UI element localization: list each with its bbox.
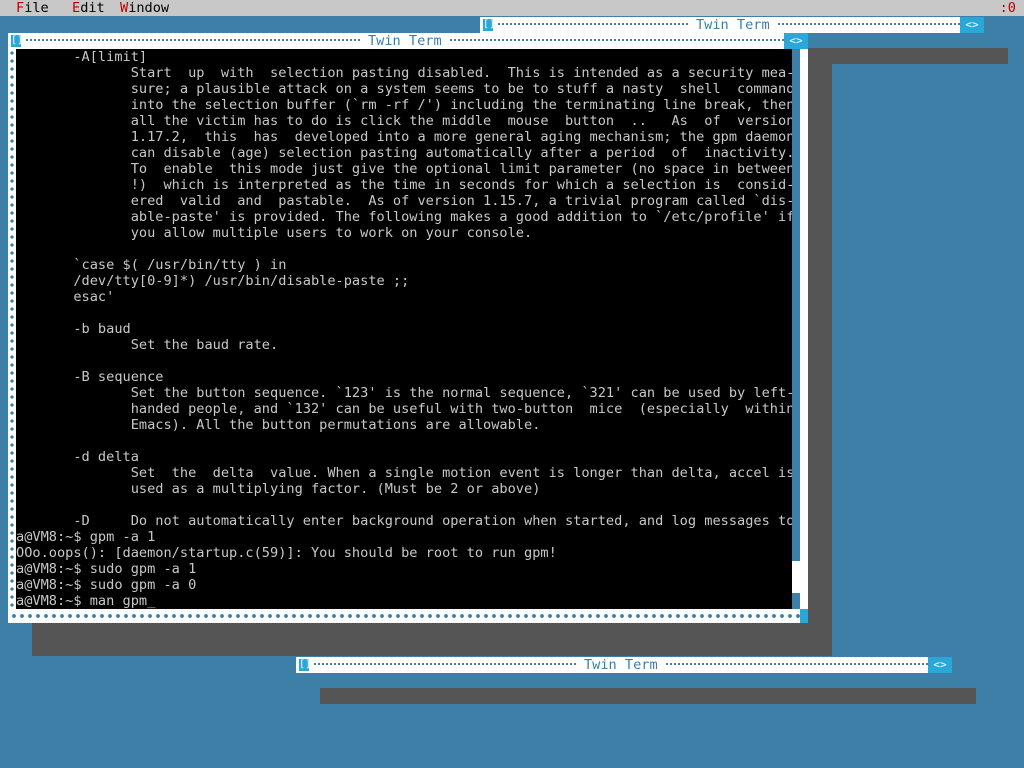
bottom-window-shadow	[320, 688, 976, 704]
main-terminal-window: [] Twin Term <> -A[limit] Start up with …	[8, 33, 808, 623]
menu-bar: File Edit Window :0	[0, 0, 1024, 16]
terminal-line: a@VM8:~$ sudo gpm -a 1	[16, 561, 197, 577]
terminal-line: OOo.oops(): [daemon/startup.c(59)]: You …	[16, 545, 557, 561]
terminal-line: !) which is interpreted as the time in s…	[16, 177, 795, 193]
terminal-line: -B sequence	[16, 369, 164, 385]
top-window-titlebar[interactable]: [] Twin Term <>	[480, 17, 984, 33]
menu-window-hotkey: W	[120, 0, 129, 16]
main-window-buttons[interactable]: <>	[784, 33, 808, 49]
top-window-close-button[interactable]: []	[482, 18, 495, 32]
display-indicator: :0	[999, 0, 1016, 16]
main-window-close-button[interactable]: []	[10, 34, 23, 48]
terminal-line: handed people, and `132' can be useful w…	[16, 401, 795, 417]
terminal-line: -b baud	[16, 321, 131, 337]
terminal-line: 1.17.2, this has developed into a more g…	[16, 129, 795, 145]
terminal-line: a@VM8:~$ man gpm	[16, 593, 148, 609]
top-window-title: Twin Term	[690, 17, 776, 33]
terminal-line: a@VM8:~$ gpm -a 1	[16, 529, 156, 545]
terminal-line: able-paste' is provided. The following m…	[16, 209, 795, 225]
terminal-line: ered valid and pastable. As of version 1…	[16, 193, 795, 209]
terminal-line: can disable (age) selection pasting auto…	[16, 145, 795, 161]
terminal-cursor: _	[147, 593, 156, 609]
menu-file[interactable]: File	[16, 0, 49, 16]
bottom-window-buttons[interactable]: <>	[928, 657, 952, 673]
terminal-line: sure; a plausible attack on a system see…	[16, 81, 795, 97]
terminal-line: Set the baud rate.	[16, 337, 279, 353]
terminal-line: Start up with selection pasting disabled…	[16, 65, 795, 81]
terminal-line: To enable this mode just give the option…	[16, 161, 795, 177]
terminal-line: -A[limit]	[16, 49, 148, 65]
scrollbar[interactable]	[792, 49, 800, 609]
bottom-window-title: Twin Term	[578, 657, 664, 673]
terminal-line: a@VM8:~$ sudo gpm -a 0	[16, 577, 197, 593]
bottom-window-titlebar[interactable]: [] Twin Term <>	[296, 657, 952, 673]
bottom-border-dots	[8, 609, 808, 623]
terminal-line: used as a multiplying factor. (Must be 2…	[16, 481, 541, 497]
menu-file-hotkey: F	[16, 0, 25, 16]
menu-window-label: indow	[128, 0, 170, 16]
terminal-line: `case $( /usr/bin/tty ) in	[16, 257, 287, 273]
terminal-line: into the selection buffer (`rm -rf /') i…	[16, 97, 795, 113]
menu-edit[interactable]: Edit	[72, 0, 105, 16]
terminal-line: all the victim has to do is click the mi…	[16, 113, 795, 129]
terminal-content[interactable]: -A[limit] Start up with selection pastin…	[16, 49, 800, 609]
terminal-line: -D Do not automatically enter background…	[16, 513, 795, 529]
terminal-line: Emacs). All the button permutations are …	[16, 417, 541, 433]
menu-file-label: ile	[24, 0, 49, 16]
menu-edit-label: dit	[80, 0, 105, 16]
terminal-line: Set the button sequence. `123' is the no…	[16, 385, 795, 401]
menu-window[interactable]: Window	[120, 0, 169, 16]
terminal-line: esac'	[16, 289, 115, 305]
terminal-line: Set the delta value. When a single motio…	[16, 465, 795, 481]
main-window-title: Twin Term	[362, 33, 448, 49]
top-window-buttons[interactable]: <>	[960, 17, 984, 33]
terminal-line: you allow multiple users to work on your…	[16, 225, 533, 241]
menu-edit-hotkey: E	[72, 0, 81, 16]
terminal-line: /dev/tty[0-9]*) /usr/bin/disable-paste ;…	[16, 273, 410, 289]
bottom-window-close-button[interactable]: []	[298, 658, 311, 672]
terminal-line: -d delta	[16, 449, 139, 465]
scrollbar-thumb[interactable]	[792, 561, 800, 593]
resize-handle[interactable]	[800, 609, 808, 623]
left-border-dots	[9, 49, 15, 609]
main-window-titlebar[interactable]: [] Twin Term <>	[8, 33, 808, 49]
